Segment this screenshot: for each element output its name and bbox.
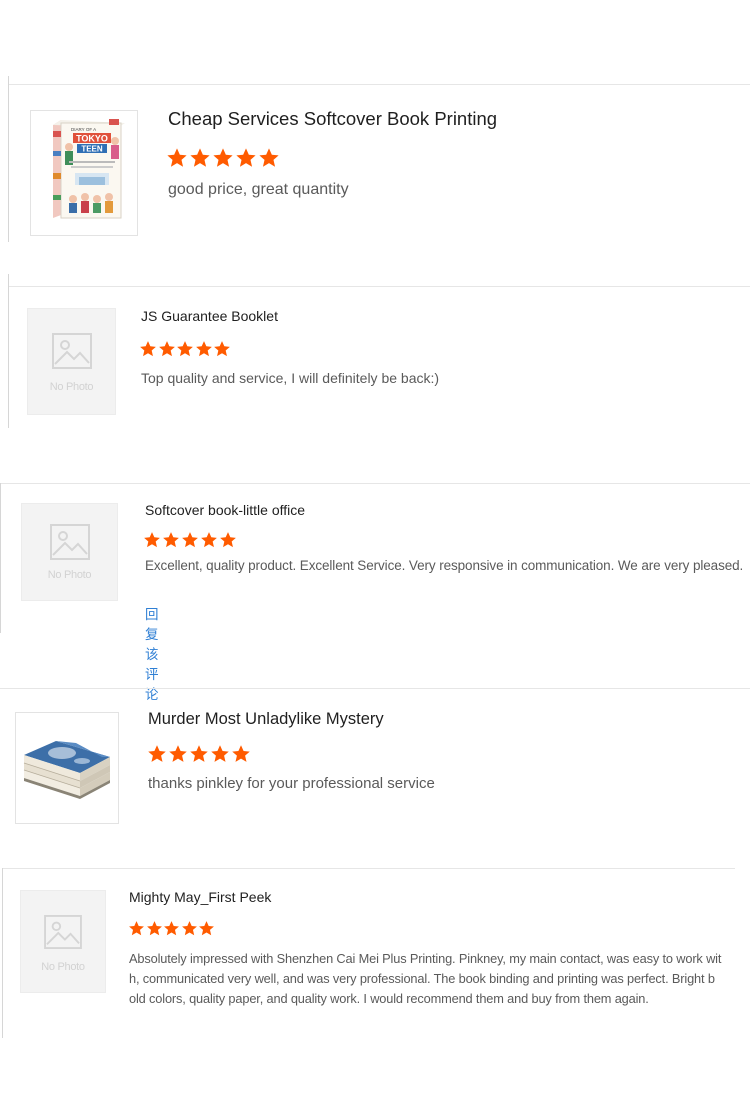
star-icon — [181, 921, 197, 936]
product-title[interactable]: Softcover book-little office — [145, 502, 305, 518]
review-comment-line: h, communicated very well, and was very … — [129, 971, 715, 986]
review-comment-line: Absolutely impressed with Shenzhen Cai M… — [129, 951, 722, 966]
product-thumbnail[interactable]: No Photo — [27, 308, 116, 415]
star-icon — [140, 341, 156, 357]
divider — [2, 868, 735, 869]
star-icon — [195, 341, 212, 357]
star-icon — [190, 745, 208, 762]
review-comment: Top quality and service, I will definite… — [141, 370, 440, 386]
product-title[interactable]: JS Guarantee Booklet — [141, 308, 278, 324]
divider — [8, 84, 750, 85]
cover-text: TEEN — [81, 145, 103, 154]
product-thumbnail[interactable] — [15, 712, 119, 824]
product-title[interactable]: Murder Most Unladylike Mystery — [148, 710, 384, 729]
star-icon — [167, 148, 187, 167]
star-icon — [190, 148, 210, 167]
cover-text: DIARY OF A — [71, 127, 96, 132]
star-icon — [148, 745, 166, 762]
divider — [0, 688, 750, 689]
review-comment-line: old colors, quality paper, and quality w… — [129, 991, 649, 1006]
no-photo-label: No Photo — [49, 381, 94, 393]
star-icon — [199, 921, 214, 936]
review-comment: Absolutely impressed with Shenzhen Cai M… — [129, 949, 721, 1009]
star-icon — [232, 745, 250, 762]
review-comment: Excellent, quality product. Excellent Se… — [145, 558, 744, 573]
star-icon — [163, 532, 179, 548]
product-title[interactable]: Mighty May_First Peek — [129, 889, 271, 905]
star-icon — [201, 532, 217, 548]
review-comment: good price, great quantity — [168, 181, 349, 198]
book-box-cover-image: DIARY OF A TOKYO TEEN — [53, 119, 125, 219]
star-icon — [214, 341, 230, 357]
star-icon — [259, 148, 279, 167]
product-thumbnail[interactable]: No Photo — [21, 503, 118, 601]
divider — [8, 274, 9, 428]
divider — [0, 483, 750, 484]
star-icon — [158, 341, 175, 357]
star-rating — [143, 531, 238, 549]
star-icon — [144, 532, 160, 548]
star-rating — [139, 340, 232, 358]
star-rating — [128, 920, 216, 937]
no-photo-label: No Photo — [47, 569, 92, 581]
cover-text: TOKYO — [76, 134, 108, 144]
image-placeholder-icon — [50, 524, 90, 560]
star-rating — [166, 147, 281, 169]
star-icon — [213, 148, 233, 167]
image-placeholder-icon — [52, 333, 92, 369]
review-comment: thanks pinkley for your professional ser… — [148, 775, 435, 792]
book-stack-image — [23, 741, 110, 799]
star-icon — [164, 921, 179, 936]
star-icon — [177, 341, 193, 357]
star-icon — [236, 148, 256, 167]
star-icon — [169, 745, 187, 762]
product-thumbnail[interactable]: No Photo — [20, 890, 106, 993]
star-icon — [211, 745, 229, 762]
divider — [0, 483, 1, 633]
star-icon — [146, 921, 162, 936]
image-placeholder-icon — [44, 915, 82, 949]
star-icon — [220, 532, 236, 548]
product-title[interactable]: Cheap Services Softcover Book Printing — [168, 108, 497, 130]
divider — [2, 868, 3, 1038]
no-photo-label: No Photo — [41, 961, 85, 973]
star-icon — [129, 921, 144, 936]
star-icon — [182, 532, 198, 548]
product-thumbnail[interactable]: DIARY OF A TOKYO TEEN — [30, 110, 138, 236]
divider — [8, 286, 750, 287]
divider — [8, 76, 9, 242]
star-rating — [147, 744, 252, 764]
